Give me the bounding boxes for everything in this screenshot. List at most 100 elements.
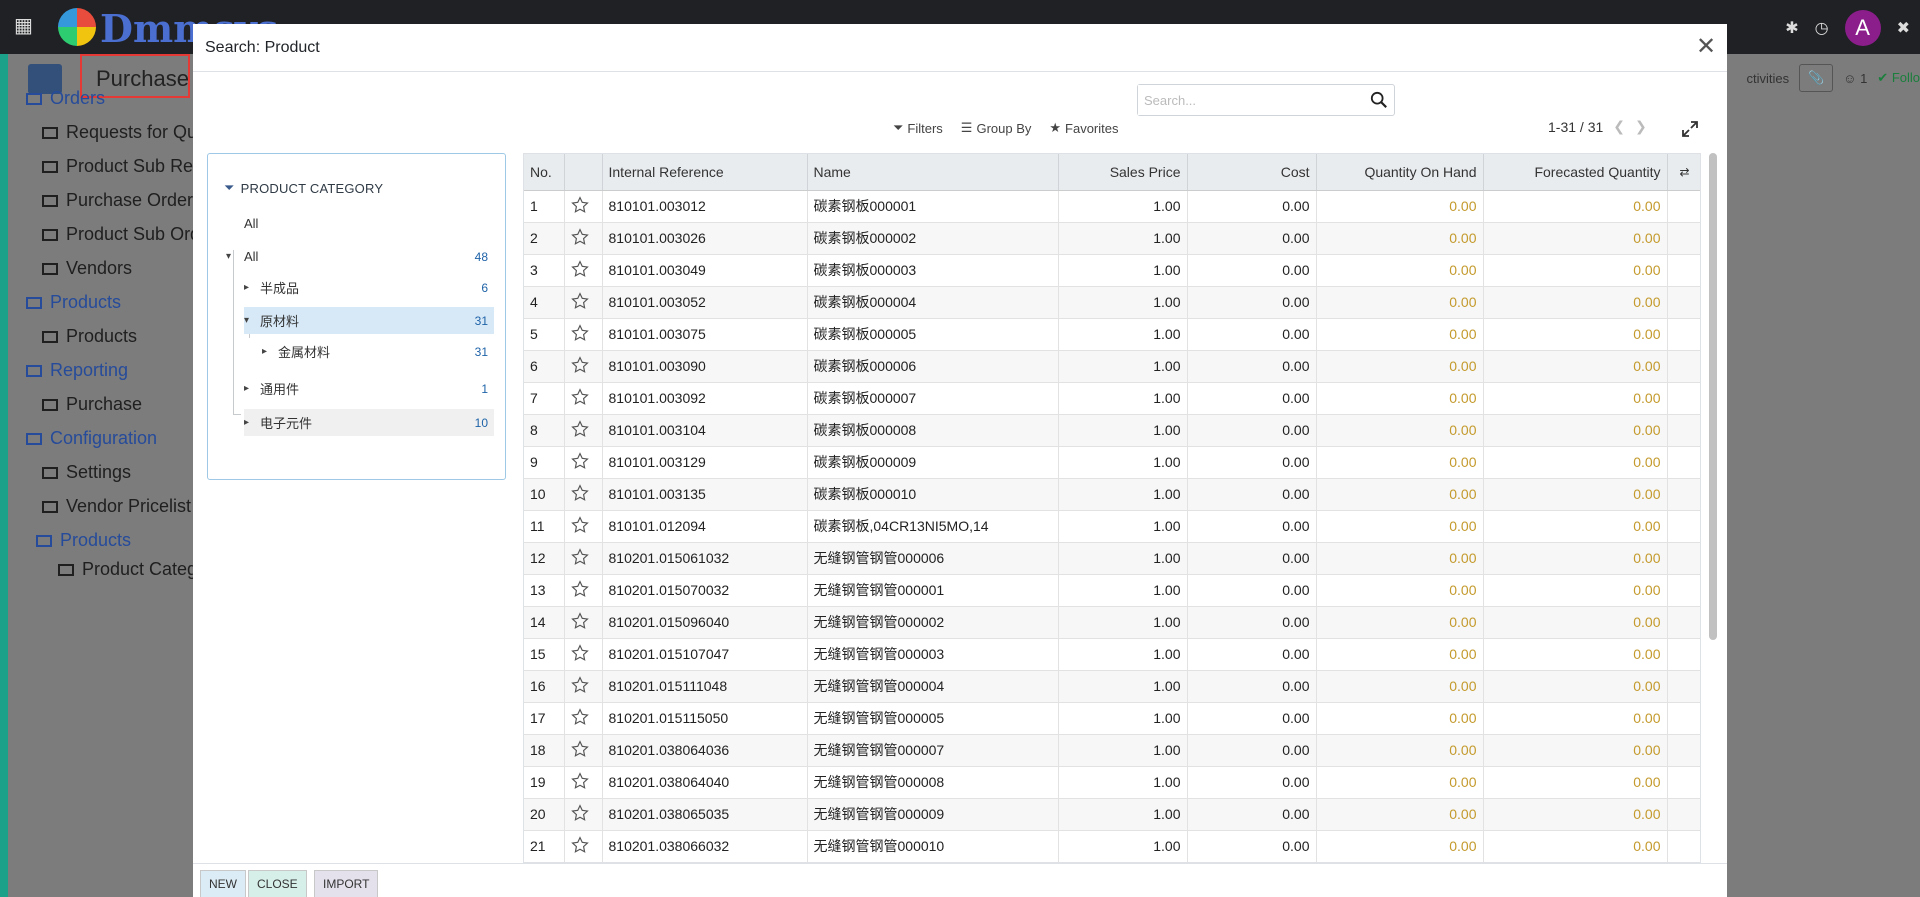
star-outline-icon[interactable] [570,739,589,758]
cell-favorite[interactable] [564,542,603,575]
avatar[interactable]: A [1844,10,1881,46]
star-outline-icon[interactable] [570,643,589,662]
category-item-general-parts[interactable]: ▸ 通用件 1 [244,375,494,402]
star-outline-icon[interactable] [570,227,589,246]
table-row[interactable]: 13 810201.015070032 无缝钢管钢管000001 1.00 0.00 0.… [524,574,1700,607]
star-outline-icon[interactable] [570,323,589,342]
cell-favorite[interactable] [564,478,603,511]
sidebar-section-header[interactable]: Configuration [26,428,157,449]
category-item-all-top[interactable]: All [244,210,494,237]
bug-icon[interactable]: ✱ [1785,18,1798,38]
star-outline-icon[interactable] [570,355,589,374]
col-header-name[interactable]: Name [807,154,1059,191]
pager-value[interactable]: 1-31 / 31 [1548,119,1603,135]
category-item-electronic-components[interactable]: ▸ 电子元件 10 [244,409,494,436]
table-row[interactable]: 12 810201.015061032 无缝钢管钢管000006 1.00 0.00 0.… [524,542,1700,575]
sidebar-section-header[interactable]: Orders [26,88,105,109]
col-header-internal-reference[interactable]: Internal Reference [602,154,808,191]
caret-down-icon[interactable]: ▾ [226,251,238,262]
cell-favorite[interactable] [564,286,603,319]
table-row[interactable]: 18 810201.038064036 无缝钢管钢管000007 1.00 0.00 0.… [524,734,1700,767]
star-outline-icon[interactable] [570,483,589,502]
sidebar-item[interactable]: Products [42,326,137,347]
sidebar-item[interactable]: Product Categ [58,559,197,580]
star-outline-icon[interactable] [570,675,589,694]
table-row[interactable]: 5 810101.003075 碳素钢板000005 1.00 0.00 0.00 0.00 [524,318,1700,351]
star-outline-icon[interactable] [570,259,589,278]
table-row[interactable]: 8 810101.003104 碳素钢板000008 1.00 0.00 0.00 0.00 [524,414,1700,447]
col-header-no[interactable]: No. [524,154,565,191]
table-row[interactable]: 4 810101.003052 碳素钢板000004 1.00 0.00 0.00 0.00 [524,286,1700,319]
table-row[interactable]: 15 810201.015107047 无缝钢管钢管000003 1.00 0.00 0.… [524,638,1700,671]
star-outline-icon[interactable] [570,419,589,438]
table-row[interactable]: 3 810101.003049 碳素钢板000003 1.00 0.00 0.00 0.00 [524,254,1700,287]
cell-favorite[interactable] [564,414,603,447]
cell-favorite[interactable] [564,254,603,287]
col-header-forecasted-qty[interactable]: Forecasted Quantity [1483,154,1668,191]
sidebar-item[interactable]: Purchase Orders [42,190,202,211]
star-outline-icon[interactable] [570,771,589,790]
apps-menu-icon[interactable]: ▦ [14,15,36,37]
chevron-left-icon[interactable]: ❮ [1613,118,1625,135]
table-row[interactable]: 17 810201.015115050 无缝钢管钢管000005 1.00 0.00 0.… [524,702,1700,735]
table-row[interactable]: 19 810201.038064040 无缝钢管钢管000008 1.00 0.00 0.… [524,766,1700,799]
sidebar-item[interactable]: Vendor Pricelist [42,496,191,517]
col-header-cost[interactable]: Cost [1187,154,1317,191]
search-icon[interactable] [1370,91,1388,109]
category-item-metal-material[interactable]: ▸ 金属材料 31 [262,338,494,365]
caret-right-icon[interactable]: ▸ [244,417,256,428]
caret-right-icon[interactable]: ▸ [244,383,256,394]
cell-favorite[interactable] [564,350,603,383]
cell-favorite[interactable] [564,702,603,735]
sidebar-item[interactable]: Purchase [42,394,142,415]
cell-favorite[interactable] [564,574,603,607]
star-outline-icon[interactable] [570,579,589,598]
activities-label[interactable]: ctivities [1747,71,1790,86]
close-button[interactable]: CLOSE [248,870,307,897]
new-button[interactable]: NEW [200,870,246,897]
follower-count[interactable]: ☺ 1 [1843,71,1867,86]
category-item-all[interactable]: ▾ All 48 [226,243,494,270]
table-row[interactable]: 2 810101.003026 碳素钢板000002 1.00 0.00 0.00 0.00 [524,222,1700,255]
cell-favorite[interactable] [564,670,603,703]
star-outline-icon[interactable] [570,451,589,470]
cell-favorite[interactable] [564,510,603,543]
clock-icon[interactable]: ◷ [1815,18,1829,38]
favorites-button[interactable]: ★ Favorites [1049,120,1118,136]
star-outline-icon[interactable] [570,707,589,726]
sidebar-item[interactable]: Vendors [42,258,132,279]
category-item-raw-material[interactable]: ▾ 原材料 31 [244,307,494,334]
tools-icon[interactable]: ✖ [1897,18,1910,38]
sidebar-item[interactable]: Product Sub Rec [42,156,202,177]
caret-right-icon[interactable]: ▸ [244,282,256,293]
star-outline-icon[interactable] [570,835,589,854]
sidebar-section-header[interactable]: Products [36,530,131,551]
cell-favorite[interactable] [564,734,603,767]
table-row[interactable]: 21 810201.038066032 无缝钢管钢管000010 1.00 0.00 0.… [524,830,1700,862]
cell-favorite[interactable] [564,382,603,415]
table-row[interactable]: 20 810201.038065035 无缝钢管钢管000009 1.00 0.00 0.… [524,798,1700,831]
sidebar-section-header[interactable]: Products [26,292,121,313]
table-row[interactable]: 1 810101.003012 碳素钢板000001 1.00 0.00 0.00 0.00 [524,190,1700,223]
sidebar-item[interactable]: Settings [42,462,131,483]
import-button[interactable]: IMPORT [314,870,379,897]
caret-down-icon[interactable]: ▾ [244,315,256,326]
cell-favorite[interactable] [564,766,603,799]
cell-favorite[interactable] [564,318,603,351]
star-outline-icon[interactable] [570,611,589,630]
sidebar-section-header[interactable]: Reporting [26,360,128,381]
table-row[interactable]: 16 810201.015111048 无缝钢管钢管000004 1.00 0.00 0.… [524,670,1700,703]
close-icon[interactable]: ✕ [1693,34,1719,60]
table-row[interactable]: 9 810101.003129 碳素钢板000009 1.00 0.00 0.00 0.00 [524,446,1700,479]
chevron-right-icon[interactable]: ❯ [1635,118,1647,135]
star-outline-icon[interactable] [570,195,589,214]
cell-favorite[interactable] [564,798,603,831]
filters-button[interactable]: ⏷ Filters [893,120,943,136]
cell-favorite[interactable] [564,222,603,255]
category-item-semifinished[interactable]: ▸ 半成品 6 [244,274,494,301]
star-outline-icon[interactable] [570,803,589,822]
table-row[interactable]: 11 810101.012094 碳素钢板,04CR13NI5MO,14 1.00 0.… [524,510,1700,543]
cell-favorite[interactable] [564,190,603,223]
sidebar-item[interactable]: Requests for Qu [42,122,197,143]
follow-button[interactable]: ✔ Follo [1877,70,1920,86]
